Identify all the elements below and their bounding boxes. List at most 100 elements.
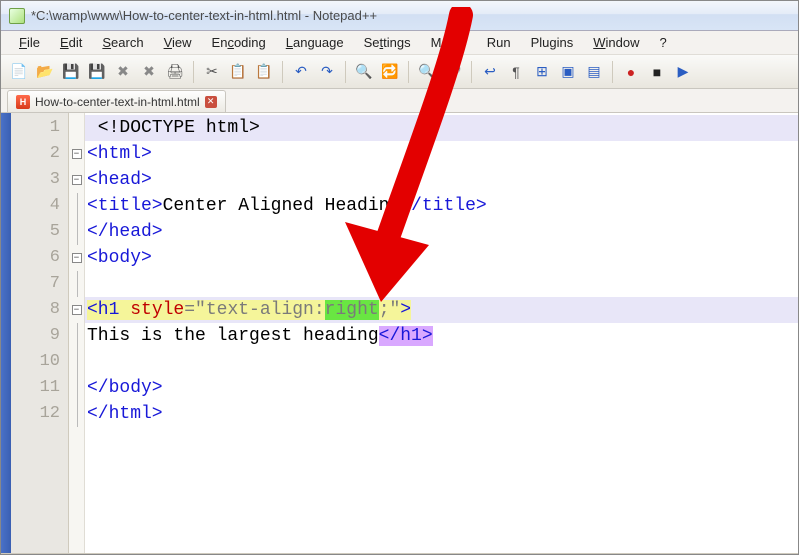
code-line[interactable] bbox=[85, 349, 798, 375]
copy-icon[interactable]: 📋 bbox=[226, 60, 250, 84]
fold-guide bbox=[77, 323, 78, 349]
word-wrap-icon[interactable]: ↩ bbox=[478, 60, 502, 84]
code-token: <head> bbox=[87, 170, 152, 190]
fold-cell bbox=[69, 401, 84, 427]
menu-view[interactable]: View bbox=[156, 33, 200, 52]
menubar: File Edit Search View Encoding Language … bbox=[1, 31, 798, 55]
show-symbols-icon[interactable]: ¶ bbox=[504, 60, 528, 84]
toolbar-separator bbox=[408, 61, 409, 83]
line-number: 10 bbox=[11, 349, 68, 375]
fold-guide bbox=[77, 375, 78, 401]
code-token: =" bbox=[184, 300, 206, 320]
menu-settings[interactable]: Settings bbox=[356, 33, 419, 52]
save-icon[interactable]: 💾 bbox=[59, 60, 83, 84]
line-number-gutter: 123456789101112 bbox=[11, 113, 69, 554]
file-tab[interactable]: H How-to-center-text-in-html.html ✕ bbox=[7, 90, 226, 112]
code-token: </h1> bbox=[379, 326, 433, 346]
unfold-all-icon[interactable]: ▤ bbox=[582, 60, 606, 84]
record-macro-icon[interactable]: ● bbox=[619, 60, 643, 84]
editor-area: 123456789101112 −−−− <!DOCTYPE html><htm… bbox=[1, 113, 798, 554]
code-token: <title> bbox=[87, 196, 163, 216]
indent-guide-icon[interactable]: ⊞ bbox=[530, 60, 554, 84]
fold-cell bbox=[69, 349, 84, 375]
code-line[interactable]: <h1 style="text-align:right;"> bbox=[85, 297, 798, 323]
replace-icon[interactable]: 🔁 bbox=[378, 60, 402, 84]
redo-icon[interactable]: ↷ bbox=[315, 60, 339, 84]
code-token bbox=[119, 300, 130, 320]
code-line[interactable]: <body> bbox=[85, 245, 798, 271]
line-number: 2 bbox=[11, 141, 68, 167]
menu-macro[interactable]: Macro bbox=[423, 33, 475, 52]
play-macro-icon[interactable]: ▶ bbox=[671, 60, 695, 84]
file-type-icon: H bbox=[16, 95, 30, 109]
code-token: > bbox=[400, 300, 411, 320]
window-titlebar: *C:\wamp\www\How-to-center-text-in-html.… bbox=[1, 1, 798, 31]
window-title: *C:\wamp\www\How-to-center-text-in-html.… bbox=[31, 8, 377, 23]
zoom-out-icon[interactable]: 🔎 bbox=[441, 60, 465, 84]
menu-language[interactable]: Language bbox=[278, 33, 352, 52]
code-line[interactable]: <title>Center Aligned Heading</title> bbox=[85, 193, 798, 219]
fold-toggle-icon[interactable]: − bbox=[72, 175, 82, 185]
fold-toggle-icon[interactable]: − bbox=[72, 253, 82, 263]
code-token: DOCTYPE html bbox=[119, 118, 249, 138]
code-line[interactable]: </body> bbox=[85, 375, 798, 401]
code-line[interactable]: This is the largest heading</h1> bbox=[85, 323, 798, 349]
code-line[interactable]: <!DOCTYPE html> bbox=[85, 115, 798, 141]
cut-icon[interactable]: ✂ bbox=[200, 60, 224, 84]
fold-cell: − bbox=[69, 297, 84, 323]
fold-toggle-icon[interactable]: − bbox=[72, 305, 82, 315]
code-token: ;" bbox=[379, 300, 401, 320]
menu-search[interactable]: Search bbox=[94, 33, 151, 52]
line-number: 11 bbox=[11, 375, 68, 401]
left-margin-strip bbox=[1, 113, 11, 554]
new-file-icon[interactable]: 📄 bbox=[7, 60, 31, 84]
code-line[interactable]: <head> bbox=[85, 167, 798, 193]
code-token: </title> bbox=[400, 196, 486, 216]
tab-filename: How-to-center-text-in-html.html bbox=[35, 95, 200, 109]
code-token: style bbox=[130, 300, 184, 320]
zoom-in-icon[interactable]: 🔍 bbox=[415, 60, 439, 84]
paste-icon[interactable]: 📋 bbox=[252, 60, 276, 84]
fold-cell bbox=[69, 323, 84, 349]
code-token: text-align: bbox=[206, 300, 325, 320]
undo-icon[interactable]: ↶ bbox=[289, 60, 313, 84]
code-line[interactable]: </html> bbox=[85, 401, 798, 427]
fold-column: − − − − bbox=[69, 113, 85, 554]
line-number: 8 bbox=[11, 297, 68, 323]
close-all-icon[interactable]: ✖ bbox=[137, 60, 161, 84]
menu-plugins[interactable]: Plugins bbox=[523, 33, 582, 52]
code-token: right bbox=[325, 300, 379, 320]
print-icon[interactable]: 🖨 bbox=[163, 60, 187, 84]
menu-file[interactable]: File bbox=[11, 33, 48, 52]
code-token: <! bbox=[87, 118, 119, 138]
line-number: 9 bbox=[11, 323, 68, 349]
code-line[interactable]: </head> bbox=[85, 219, 798, 245]
code-line[interactable] bbox=[85, 271, 798, 297]
menu-window[interactable]: Window bbox=[585, 33, 647, 52]
code-token: </body> bbox=[87, 378, 163, 398]
save-all-icon[interactable]: 💾 bbox=[85, 60, 109, 84]
find-icon[interactable]: 🔍 bbox=[352, 60, 376, 84]
open-file-icon[interactable]: 📂 bbox=[33, 60, 57, 84]
close-file-icon[interactable]: ✖ bbox=[111, 60, 135, 84]
code-line[interactable]: <html> bbox=[85, 141, 798, 167]
toolbar: 📄 📂 💾 💾 ✖ ✖ 🖨 ✂ 📋 📋 ↶ ↷ 🔍 🔁 🔍 🔎 ↩ ¶ ⊞ ▣ … bbox=[1, 55, 798, 89]
code-editor[interactable]: <!DOCTYPE html><html><head><title>Center… bbox=[85, 113, 798, 554]
toolbar-separator bbox=[612, 61, 613, 83]
menu-run[interactable]: Run bbox=[479, 33, 519, 52]
toolbar-separator bbox=[193, 61, 194, 83]
fold-guide bbox=[77, 271, 78, 297]
fold-cell bbox=[69, 271, 84, 297]
fold-toggle-icon[interactable]: − bbox=[72, 149, 82, 159]
close-tab-icon[interactable]: ✕ bbox=[205, 96, 217, 108]
stop-macro-icon[interactable]: ■ bbox=[645, 60, 669, 84]
fold-cell bbox=[69, 219, 84, 245]
line-number: 12 bbox=[11, 401, 68, 427]
menu-encoding[interactable]: Encoding bbox=[204, 33, 274, 52]
menu-help[interactable]: ? bbox=[651, 33, 674, 52]
toolbar-separator bbox=[345, 61, 346, 83]
fold-cell: − bbox=[69, 245, 84, 271]
menu-edit[interactable]: Edit bbox=[52, 33, 90, 52]
fold-guide bbox=[77, 349, 78, 375]
fold-all-icon[interactable]: ▣ bbox=[556, 60, 580, 84]
